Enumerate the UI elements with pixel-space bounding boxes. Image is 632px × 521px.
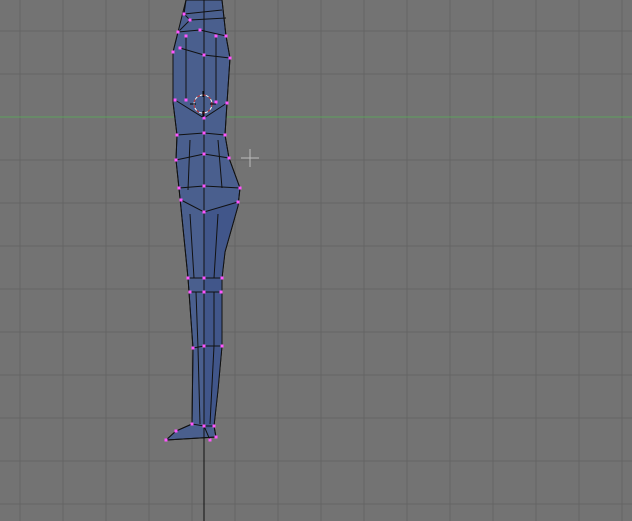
- mesh-vertex[interactable]: [178, 46, 182, 50]
- mesh-vertex[interactable]: [176, 30, 180, 34]
- mesh-object[interactable]: [164, 0, 242, 521]
- mesh-vertex[interactable]: [202, 290, 206, 294]
- 3d-viewport[interactable]: [0, 0, 632, 521]
- mesh-vertex[interactable]: [223, 133, 227, 137]
- mesh-vertex[interactable]: [173, 98, 177, 102]
- mesh-vertex[interactable]: [208, 438, 212, 442]
- mesh-vertex[interactable]: [214, 100, 218, 104]
- mesh-vertex[interactable]: [236, 200, 240, 204]
- grid: [0, 0, 632, 521]
- mesh-vertex[interactable]: [191, 346, 195, 350]
- mesh-vertex[interactable]: [202, 152, 206, 156]
- mesh-vertex[interactable]: [174, 158, 178, 162]
- mesh-vertex[interactable]: [202, 344, 206, 348]
- mesh-vertex[interactable]: [174, 429, 178, 433]
- mesh-vertex[interactable]: [225, 101, 229, 105]
- mesh-vertex[interactable]: [190, 422, 194, 426]
- mesh-vertex[interactable]: [214, 435, 218, 439]
- mesh-vertex[interactable]: [202, 276, 206, 280]
- mesh-vertex[interactable]: [220, 276, 224, 280]
- mesh-vertex[interactable]: [184, 34, 188, 38]
- mesh-vertex[interactable]: [224, 34, 228, 38]
- mesh-vertex[interactable]: [175, 133, 179, 137]
- mesh-vertex[interactable]: [220, 344, 224, 348]
- mesh-vertex[interactable]: [202, 131, 206, 135]
- mesh-vertex[interactable]: [184, 98, 188, 102]
- mesh-vertex[interactable]: [219, 290, 223, 294]
- mesh-vertex[interactable]: [179, 198, 183, 202]
- mesh-vertex[interactable]: [188, 290, 192, 294]
- mesh-vertex[interactable]: [186, 276, 190, 280]
- mesh-vertex[interactable]: [214, 34, 218, 38]
- mesh-vertex[interactable]: [198, 28, 202, 32]
- mesh-vertex[interactable]: [164, 438, 168, 442]
- mesh-vertex[interactable]: [188, 18, 192, 22]
- mesh-vertex[interactable]: [177, 186, 181, 190]
- mesh-vertex[interactable]: [202, 184, 206, 188]
- mesh-vertex[interactable]: [182, 12, 186, 16]
- mesh-vertex[interactable]: [227, 156, 231, 160]
- viewport-canvas[interactable]: [0, 0, 632, 521]
- mesh-vertex[interactable]: [202, 53, 206, 57]
- mesh-vertex[interactable]: [228, 56, 232, 60]
- mesh-vertex[interactable]: [212, 424, 216, 428]
- mesh-vertex[interactable]: [202, 424, 206, 428]
- crosshair-cursor-icon: [241, 149, 259, 167]
- mesh-vertex[interactable]: [202, 210, 206, 214]
- mesh-vertex[interactable]: [238, 186, 242, 190]
- mesh-vertex[interactable]: [171, 50, 175, 54]
